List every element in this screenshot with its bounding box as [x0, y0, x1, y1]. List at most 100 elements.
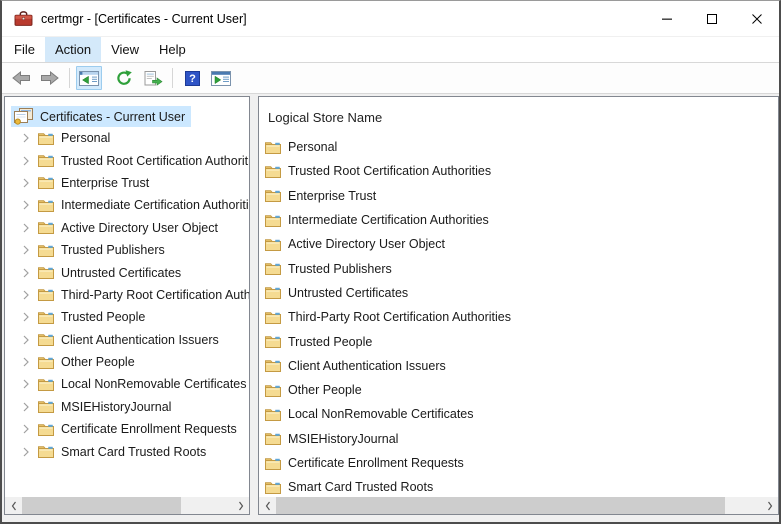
list-item-label: MSIEHistoryJournal: [288, 431, 399, 446]
chevron-right-icon[interactable]: [21, 424, 31, 434]
tree-horizontal-scrollbar[interactable]: [5, 497, 249, 514]
show-hide-action-pane-button[interactable]: [208, 66, 234, 90]
maximize-button[interactable]: [689, 1, 734, 36]
tree-item[interactable]: Trusted People: [5, 306, 249, 328]
list-item-label: Third-Party Root Certification Authoriti…: [288, 310, 512, 325]
list-item[interactable]: Certificate Enrollment Requests: [259, 451, 778, 475]
close-button[interactable]: [734, 1, 779, 36]
tree-item[interactable]: Trusted Publishers: [5, 239, 249, 261]
tree-item[interactable]: Other People: [5, 351, 249, 373]
menu-help[interactable]: Help: [149, 37, 196, 62]
chevron-right-icon[interactable]: [21, 245, 31, 255]
tree-item[interactable]: MSIEHistoryJournal: [5, 396, 249, 418]
list-item[interactable]: Client Authentication Issuers: [259, 354, 778, 378]
chevron-right-icon[interactable]: [21, 357, 31, 367]
list-item-label: Smart Card Trusted Roots: [288, 480, 434, 495]
scroll-right-button[interactable]: [761, 497, 778, 514]
chevron-right-icon[interactable]: [21, 178, 31, 188]
tree-item[interactable]: Personal: [5, 127, 249, 149]
tree-root-label: Certificates - Current User: [40, 109, 186, 124]
menu-view[interactable]: View: [101, 37, 149, 62]
tree-item-label: MSIEHistoryJournal: [61, 399, 172, 414]
list-item[interactable]: Other People: [259, 378, 778, 402]
folder-icon: [265, 408, 281, 421]
chevron-right-icon[interactable]: [21, 133, 31, 143]
menu-action[interactable]: Action: [44, 37, 102, 62]
tree-item-label: Personal: [61, 131, 111, 146]
tree-item[interactable]: Third-Party Root Certification Authoriti…: [5, 284, 249, 306]
list-item[interactable]: Trusted Root Certification Authorities: [259, 159, 778, 183]
tree-item-label: Enterprise Trust: [61, 175, 150, 190]
minimize-button[interactable]: [644, 1, 689, 36]
list-item[interactable]: Intermediate Certification Authorities: [259, 208, 778, 232]
list-item[interactable]: Local NonRemovable Certificates: [259, 402, 778, 426]
list-item-label: Trusted Publishers: [288, 261, 392, 276]
refresh-button[interactable]: [111, 66, 137, 90]
list-item[interactable]: Third-Party Root Certification Authoriti…: [259, 305, 778, 329]
chevron-right-icon[interactable]: [21, 200, 31, 210]
folder-icon: [38, 445, 54, 458]
export-list-icon: [144, 71, 163, 86]
folder-icon: [38, 266, 54, 279]
tree-item[interactable]: Trusted Root Certification Authorities: [5, 149, 249, 171]
chevron-right-icon[interactable]: [21, 379, 31, 389]
list-item[interactable]: Trusted Publishers: [259, 256, 778, 280]
scroll-left-button[interactable]: [259, 497, 276, 514]
list-item[interactable]: Untrusted Certificates: [259, 281, 778, 305]
close-icon: [752, 14, 762, 24]
tree-item[interactable]: Intermediate Certification Authorities: [5, 194, 249, 216]
scroll-left-button[interactable]: [5, 497, 22, 514]
scroll-right-icon: [767, 501, 773, 511]
tree-root-selection[interactable]: Certificates - Current User: [11, 106, 192, 127]
list-item-label: Intermediate Certification Authorities: [288, 213, 489, 228]
list-item[interactable]: Smart Card Trusted Roots: [259, 475, 778, 499]
scrollbar-thumb[interactable]: [22, 497, 181, 514]
chevron-right-icon[interactable]: [21, 335, 31, 345]
export-list-button[interactable]: [140, 66, 166, 90]
chevron-right-icon[interactable]: [21, 268, 31, 278]
tree-item[interactable]: Local NonRemovable Certificates: [5, 373, 249, 395]
back-button[interactable]: [8, 66, 34, 90]
menu-file[interactable]: File: [4, 37, 45, 62]
folder-icon: [265, 214, 281, 227]
refresh-icon: [116, 70, 132, 86]
tree-item-label: Trusted People: [61, 310, 146, 325]
list-item[interactable]: Trusted People: [259, 329, 778, 353]
folder-icon: [38, 244, 54, 257]
tree-item[interactable]: Client Authentication Issuers: [5, 329, 249, 351]
folder-icon: [38, 356, 54, 369]
chevron-right-icon[interactable]: [21, 402, 31, 412]
chevron-right-icon[interactable]: [21, 312, 31, 322]
list-item[interactable]: Personal: [259, 135, 778, 159]
forward-button[interactable]: [37, 66, 63, 90]
scroll-right-button[interactable]: [232, 497, 249, 514]
tree-root[interactable]: Certificates - Current User: [11, 106, 249, 127]
help-button[interactable]: [179, 66, 205, 90]
tree-item[interactable]: Enterprise Trust: [5, 172, 249, 194]
chevron-right-icon[interactable]: [21, 156, 31, 166]
tree-item-label: Trusted Root Certification Authorities: [61, 153, 250, 168]
chevron-right-icon[interactable]: [21, 290, 31, 300]
show-hide-console-tree-button[interactable]: [76, 66, 102, 90]
tree-item[interactable]: Untrusted Certificates: [5, 261, 249, 283]
tree-item[interactable]: Active Directory User Object: [5, 217, 249, 239]
list-item[interactable]: Enterprise Trust: [259, 184, 778, 208]
tree-item[interactable]: Certificate Enrollment Requests: [5, 418, 249, 440]
tree-item[interactable]: Smart Card Trusted Roots: [5, 440, 249, 462]
caption-buttons: [644, 1, 779, 36]
list-horizontal-scrollbar[interactable]: [259, 497, 778, 514]
folder-icon: [38, 333, 54, 346]
scrollbar-thumb[interactable]: [276, 497, 725, 514]
chevron-right-icon[interactable]: [21, 223, 31, 233]
folder-icon: [265, 311, 281, 324]
list-item[interactable]: Active Directory User Object: [259, 232, 778, 256]
list-item[interactable]: MSIEHistoryJournal: [259, 427, 778, 451]
tree-item-label: Smart Card Trusted Roots: [61, 444, 207, 459]
column-header-logical-store-name[interactable]: Logical Store Name: [259, 97, 778, 135]
list-item-label: Active Directory User Object: [288, 237, 445, 252]
console-tree-icon: [79, 71, 99, 86]
tree-item-label: Intermediate Certification Authorities: [61, 198, 250, 213]
chevron-right-icon[interactable]: [21, 447, 31, 457]
list-item-label: Local NonRemovable Certificates: [288, 407, 474, 422]
list-item-label: Untrusted Certificates: [288, 285, 409, 300]
